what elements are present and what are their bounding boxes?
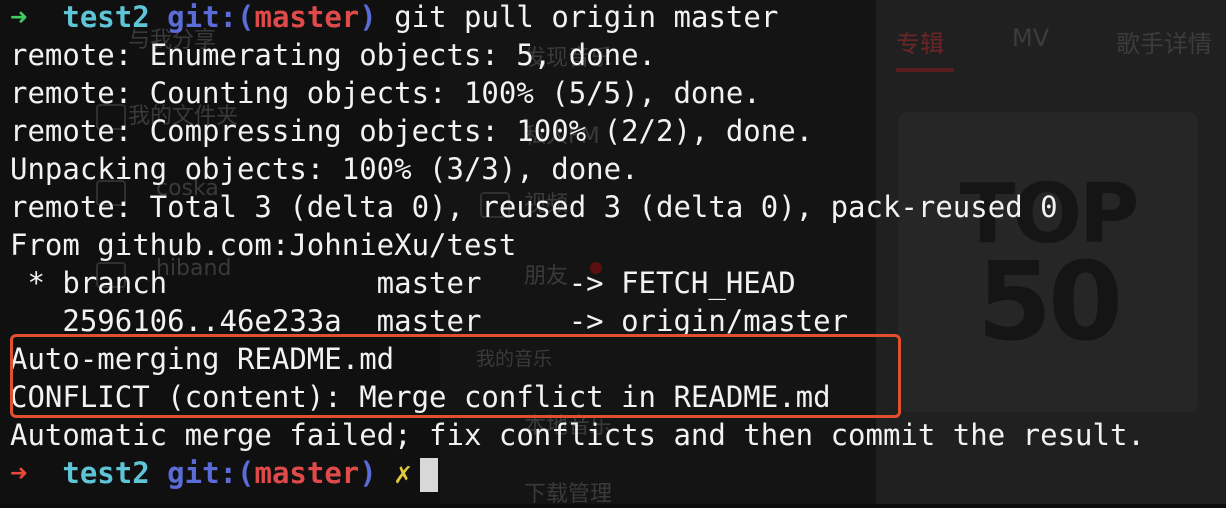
- bg-menu-item: 下载管理: [524, 482, 613, 507]
- cover-number: 50: [976, 240, 1123, 365]
- prompt-branch: master: [254, 456, 360, 490]
- prompt-arrow-icon: ➜: [10, 456, 28, 490]
- output-line: remote: Enumerating objects: 5, done.: [10, 38, 657, 72]
- prompt-git-suffix: ): [359, 0, 377, 34]
- conflict-highlight-box: [10, 334, 901, 418]
- bg-tab-mv: MV: [1012, 24, 1050, 52]
- prompt-directory: test2: [62, 456, 150, 490]
- prompt-git-prefix: git:(: [167, 456, 255, 490]
- prompt-arrow-icon: ➜: [10, 0, 28, 34]
- command-text: git pull origin master: [394, 0, 779, 34]
- output-line: remote: Compressing objects: 100% (2/2),…: [10, 114, 814, 148]
- album-cover: TOP 50: [898, 112, 1198, 412]
- output-line: * branch master -> FETCH_HEAD: [10, 266, 796, 300]
- prompt-branch: master: [254, 0, 360, 34]
- tab-underline: [896, 68, 954, 72]
- output-line: From github.com:JohnieXu/test: [10, 228, 517, 262]
- bg-tab-artist: 歌手详情: [1116, 30, 1212, 58]
- text-cursor[interactable]: [419, 458, 438, 492]
- prompt-git-suffix: ): [359, 456, 377, 490]
- bg-tab-album: 专辑: [896, 30, 944, 58]
- output-line: Unpacking objects: 100% (3/3), done.: [10, 152, 639, 186]
- output-line: remote: Counting objects: 100% (5/5), do…: [10, 76, 761, 110]
- prompt-line: ➜ test2 git:(master) ✗: [10, 454, 438, 492]
- prompt-line: ➜ test2 git:(master) git pull origin mas…: [10, 0, 778, 36]
- dirty-status-icon: ✗: [394, 456, 412, 490]
- result-line: Automatic merge failed; fix conflicts an…: [10, 418, 1145, 452]
- output-line: remote: Total 3 (delta 0), reused 3 (del…: [10, 190, 1058, 224]
- prompt-directory: test2: [62, 0, 150, 34]
- prompt-git-prefix: git:(: [167, 0, 255, 34]
